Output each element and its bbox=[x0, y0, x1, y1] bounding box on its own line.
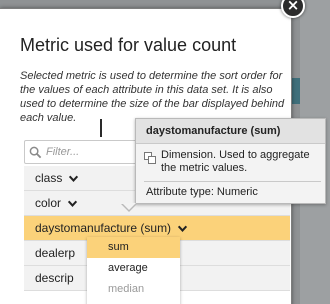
metric-label: color bbox=[35, 196, 62, 210]
chevron-down-icon[interactable] bbox=[67, 198, 78, 209]
metric-label: daystomanufacture (sum) bbox=[35, 221, 172, 235]
metric-tooltip: daystomanufacture (sum) Dimension. Used … bbox=[135, 118, 326, 204]
dimension-icon bbox=[144, 152, 156, 164]
aggregation-dropdown: sum average median bbox=[87, 237, 180, 304]
tooltip-description: Dimension. Used to aggregate the metric … bbox=[161, 149, 310, 174]
metric-label: class bbox=[35, 171, 63, 185]
tooltip-pointer-fill bbox=[122, 203, 136, 210]
tooltip-title: daystomanufacture (sum) bbox=[136, 119, 325, 144]
tooltip-attribute-type: Attribute type: Numeric bbox=[146, 186, 258, 198]
filter-box[interactable] bbox=[24, 140, 144, 164]
filter-input[interactable] bbox=[46, 146, 136, 158]
aggregation-option-median[interactable]: median bbox=[87, 279, 180, 300]
chevron-down-icon[interactable] bbox=[177, 223, 188, 234]
search-icon bbox=[29, 146, 42, 158]
text-cursor-icon bbox=[100, 119, 102, 137]
dialog-title: Metric used for value count bbox=[20, 35, 237, 55]
tooltip-body: Dimension. Used to aggregate the metric … bbox=[136, 144, 325, 175]
metric-label: descrip bbox=[35, 271, 74, 285]
aggregation-option-average[interactable]: average bbox=[87, 258, 180, 279]
chevron-down-icon[interactable] bbox=[68, 173, 79, 184]
metric-label: dealerp bbox=[35, 246, 76, 260]
aggregation-option-sum[interactable]: sum bbox=[87, 237, 180, 258]
dialog-description: Selected metric is used to determine the… bbox=[20, 70, 285, 124]
